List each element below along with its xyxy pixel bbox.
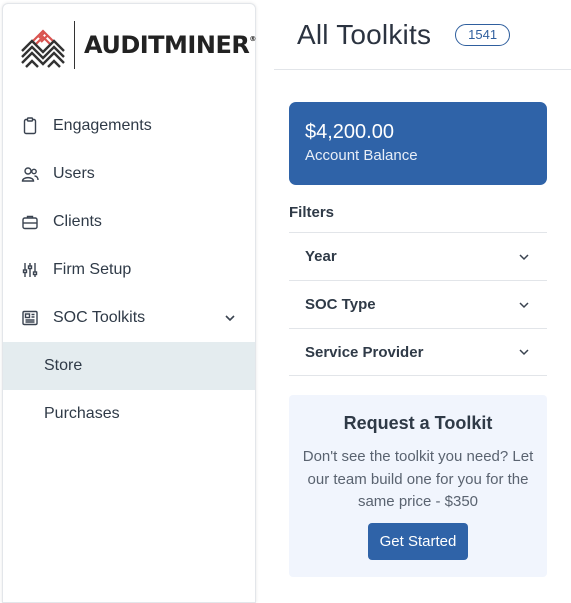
- filter-list: Year SOC Type Service Provider: [289, 232, 547, 376]
- request-toolkit-description: Don't see the toolkit you need? Let our …: [302, 448, 534, 510]
- filter-label: SOC Type: [305, 296, 376, 313]
- filters-heading: Filters: [289, 204, 335, 221]
- sidebar-item-soc-toolkits[interactable]: SOC Toolkits: [3, 294, 255, 342]
- chevron-down-icon[interactable]: [223, 311, 237, 325]
- sidebar-item-label: Firm Setup: [53, 261, 132, 278]
- sidebar-item-firm-setup[interactable]: Firm Setup: [3, 246, 255, 294]
- chevron-down-icon: [517, 250, 531, 264]
- brand-name: AUDITMINER®: [84, 31, 256, 59]
- newspaper-icon: [21, 309, 39, 327]
- sidebar-item-clients[interactable]: Clients: [3, 198, 255, 246]
- clipboard-icon: [21, 117, 39, 135]
- filter-soc-type[interactable]: SOC Type: [289, 280, 547, 328]
- sidebar-item-label: Users: [53, 165, 95, 182]
- account-balance-card: $4,200.00 Account Balance: [289, 102, 547, 185]
- sidebar-subitem-label: Store: [44, 357, 83, 374]
- auditminer-logo[interactable]: AUDITMINER®: [19, 20, 256, 70]
- request-toolkit-card: Request a Toolkit Don't see the toolkit …: [289, 395, 547, 577]
- request-toolkit-title: Request a Toolkit: [343, 413, 493, 433]
- users-icon: [21, 165, 39, 183]
- page-title: All Toolkits: [297, 18, 432, 50]
- filter-label: Year: [305, 248, 337, 265]
- sliders-icon: [21, 261, 39, 279]
- filter-service-provider[interactable]: Service Provider: [289, 328, 547, 376]
- auditminer-logo-mark-icon: [21, 29, 65, 68]
- sidebar-item-label: Engagements: [53, 117, 152, 134]
- chevron-down-icon: [517, 298, 531, 312]
- logo-divider: [74, 21, 75, 69]
- sidebar-subitem-purchases[interactable]: Purchases: [3, 390, 255, 438]
- sidebar-item-engagements[interactable]: Engagements: [3, 102, 255, 150]
- briefcase-icon: [21, 213, 39, 231]
- sidebar-subitem-store[interactable]: Store: [3, 342, 255, 390]
- sidebar-nav: Engagements Users Clients Firm Setup SOC…: [3, 102, 255, 438]
- account-balance-label: Account Balance: [305, 147, 418, 164]
- account-balance-amount: $4,200.00: [305, 121, 394, 143]
- sidebar-item-label: SOC Toolkits: [53, 309, 146, 326]
- chevron-down-icon: [517, 345, 531, 359]
- main-content: All Toolkits 1541 $4,200.00 Account Bala…: [274, 0, 571, 594]
- sidebar: AUDITMINER® Engagements Users Clients Fi…: [2, 3, 256, 603]
- sidebar-item-users[interactable]: Users: [3, 150, 255, 198]
- filter-label: Service Provider: [305, 343, 424, 361]
- toolkit-count-badge: 1541: [455, 23, 511, 46]
- get-started-button[interactable]: Get Started: [367, 522, 469, 560]
- sidebar-subitem-label: Purchases: [44, 405, 120, 422]
- filter-year[interactable]: Year: [289, 232, 547, 280]
- sidebar-item-label: Clients: [53, 213, 102, 230]
- page-header: All Toolkits 1541: [274, 0, 571, 70]
